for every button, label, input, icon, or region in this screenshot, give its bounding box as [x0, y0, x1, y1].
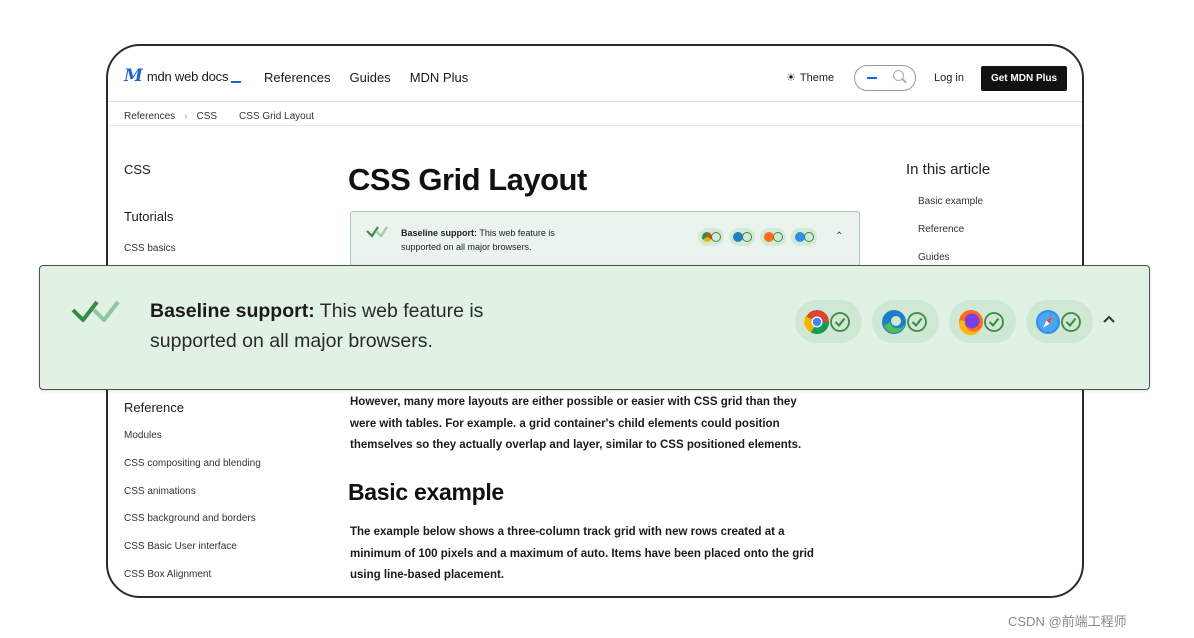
- baseline-text-small: Baseline support: This web feature is su…: [401, 226, 555, 254]
- breadcrumb-references[interactable]: References: [124, 111, 175, 122]
- sidebar-heading-reference[interactable]: Reference: [124, 400, 184, 415]
- theme-label: Theme: [799, 71, 835, 84]
- example-line-3: using line-based placement.: [350, 569, 505, 581]
- firefox-icon: [959, 310, 1004, 336]
- logo-cursor-icon: [231, 81, 242, 83]
- sidebar-item-modules[interactable]: Modules: [124, 430, 162, 441]
- baseline-rest-small-1: This web feature is: [479, 228, 555, 238]
- browser-badges-small: [698, 228, 817, 246]
- logo-text: mdn web docs: [146, 68, 229, 84]
- check-icon: [711, 232, 721, 242]
- baseline-line-1: This web feature is: [319, 300, 484, 322]
- firefox-badge: [949, 300, 1016, 343]
- mdn-m-icon: M: [124, 66, 143, 86]
- sidebar-item-animations[interactable]: CSS animations: [124, 486, 196, 497]
- baseline-banner-zoomed: Baseline support: This web feature is su…: [39, 265, 1150, 390]
- baseline-bold-small: Baseline support:: [401, 228, 478, 238]
- check-icon: [742, 232, 752, 242]
- watermark-text: CSDN @前端工程师: [1008, 614, 1127, 629]
- search-icon: [893, 70, 904, 81]
- search-input[interactable]: [854, 65, 916, 91]
- breadcrumb: References › CSS CSS Grid Layout: [124, 107, 314, 125]
- chevron-up-icon[interactable]: ⌃: [835, 231, 843, 242]
- search-cursor-icon: [867, 77, 877, 79]
- edge-badge-small: [729, 228, 755, 246]
- sidebar-heading-tutorials[interactable]: Tutorials: [124, 209, 173, 224]
- example-paragraph: The example below shows a three-column t…: [350, 522, 860, 587]
- firefox-badge-small: [760, 228, 786, 246]
- sun-icon: ☀: [786, 72, 796, 84]
- chrome-icon: [804, 310, 850, 335]
- check-icon: [804, 232, 814, 242]
- example-line-2: minimum of 100 pixels and a maximum of a…: [350, 547, 814, 560]
- toc-item-guides[interactable]: Guides: [918, 252, 950, 263]
- breadcrumb-divider: [108, 125, 1082, 126]
- top-navigation: M mdn web docs References Guides MDN Plu…: [108, 46, 1082, 102]
- section-heading-basic-example: Basic example: [348, 479, 504, 505]
- edge-badge: [872, 300, 939, 343]
- baseline-check-icon: [366, 226, 388, 238]
- intro-line-3: themselves so they actually overlap and …: [350, 439, 802, 451]
- sidebar-item-css-basics[interactable]: CSS basics: [124, 243, 176, 254]
- login-link[interactable]: Log in: [934, 72, 964, 84]
- toc-item-basic-example[interactable]: Basic example: [918, 196, 983, 207]
- toc-heading: In this article: [906, 161, 991, 178]
- baseline-bold: Baseline support:: [150, 300, 315, 322]
- safari-badge-small: [791, 228, 817, 246]
- baseline-banner-small: Baseline support: This web feature is su…: [350, 211, 860, 269]
- sidebar-item-compositing[interactable]: CSS compositing and blending: [124, 458, 261, 469]
- baseline-rest-small-2: supported on all major browsers.: [401, 242, 532, 252]
- toc-item-reference[interactable]: Reference: [918, 224, 964, 235]
- nav-references[interactable]: References: [264, 70, 330, 85]
- chevron-right-icon: ›: [184, 110, 188, 122]
- nav-mdn-plus[interactable]: MDN Plus: [410, 70, 469, 85]
- breadcrumb-current[interactable]: CSS Grid Layout: [239, 111, 314, 122]
- chrome-badge: [795, 300, 862, 343]
- browser-badges: [795, 300, 1093, 343]
- sidebar-item-box-alignment[interactable]: CSS Box Alignment: [124, 569, 211, 580]
- theme-toggle[interactable]: ☀ Theme: [786, 71, 835, 85]
- safari-icon: [1036, 310, 1081, 334]
- breadcrumb-css[interactable]: CSS: [196, 111, 217, 122]
- sidebar-heading-css[interactable]: CSS: [124, 162, 151, 177]
- safari-badge: [1026, 300, 1093, 343]
- sidebar-item-background-borders[interactable]: CSS background and borders: [124, 513, 256, 524]
- get-mdn-plus-button[interactable]: Get MDN Plus: [981, 66, 1067, 91]
- example-line-1: The example below shows a three-column t…: [350, 526, 785, 538]
- check-icon: [773, 232, 783, 242]
- page-title: CSS Grid Layout: [348, 162, 587, 197]
- main-nav: References Guides MDN Plus: [264, 70, 487, 85]
- baseline-check-icon: [71, 300, 120, 322]
- chevron-up-icon[interactable]: [1100, 311, 1118, 329]
- intro-paragraph: However, many more layouts are either po…: [350, 392, 860, 457]
- mdn-logo[interactable]: M mdn web docs: [124, 66, 242, 86]
- baseline-line-2: supported on all major browsers.: [150, 330, 433, 352]
- edge-icon: [882, 310, 927, 334]
- chrome-badge-small: [698, 228, 724, 246]
- intro-line-1: However, many more layouts are either po…: [350, 396, 797, 408]
- sidebar-item-basic-ui[interactable]: CSS Basic User interface: [124, 541, 237, 552]
- nav-guides[interactable]: Guides: [349, 70, 390, 85]
- intro-line-2: were with tables. For example. a grid co…: [350, 417, 780, 430]
- baseline-text: Baseline support: This web feature is su…: [150, 296, 483, 356]
